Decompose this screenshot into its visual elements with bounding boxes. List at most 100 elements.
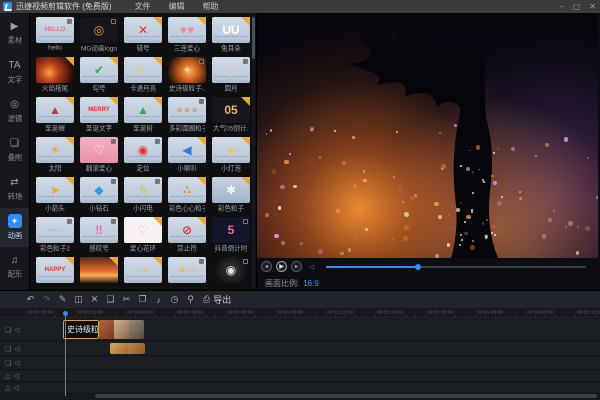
effect-item[interactable]: ♡翻滚爱心 xyxy=(77,136,121,176)
effect-item[interactable]: HAPPY xyxy=(33,256,77,290)
vip-badge-icon xyxy=(153,97,162,106)
effect-item[interactable]: ▲圣诞树 xyxy=(121,96,165,136)
effect-item[interactable]: ✱彩色粒子 xyxy=(209,176,253,216)
video-preview[interactable] xyxy=(257,13,598,258)
seek-bar[interactable] xyxy=(326,266,586,268)
effect-item[interactable]: HELLOhello xyxy=(33,16,77,56)
audio-track-2[interactable]: △◁ xyxy=(0,383,600,394)
playhead-handle[interactable] xyxy=(63,311,68,316)
effect-item[interactable]: ◎MG动画logo xyxy=(77,16,121,56)
aspect-ratio-value[interactable]: 16:9 xyxy=(303,279,319,288)
delete-icon[interactable]: ✕ xyxy=(88,293,101,306)
record-icon[interactable]: ⚲ xyxy=(184,293,197,306)
ruler-tick xyxy=(275,315,276,317)
ruler-timecode: 00:00:00:00 xyxy=(27,309,53,315)
effect-item[interactable]: ♥♥三连爱心 xyxy=(165,16,209,56)
effect-item[interactable]: ♡爱心花环 xyxy=(121,216,165,256)
ruler-tick xyxy=(375,315,376,317)
audio-track-1-speaker-icon[interactable]: ◁ xyxy=(13,372,18,380)
preview-volume-icon[interactable]: ◁ xyxy=(307,262,316,271)
sidebar-item-素材[interactable]: ▶素材 xyxy=(0,13,29,52)
pip-track-2-speaker-icon[interactable]: ◁ xyxy=(14,359,19,367)
duration-icon[interactable]: ◷ xyxy=(168,293,181,306)
effect-item[interactable]: ◉ xyxy=(209,256,253,290)
effect-item[interactable]: 05大气05倒计... xyxy=(209,96,253,136)
prev-frame-button[interactable]: ◂ xyxy=(261,261,272,272)
preview-icon[interactable]: ◫ xyxy=(72,293,85,306)
effect-item[interactable]: ➤小箭头 xyxy=(33,176,77,216)
sidebar-item-叠附[interactable]: ❏叠附 xyxy=(0,130,29,169)
pip-clip[interactable] xyxy=(110,343,145,354)
audio-track-2-speaker-icon[interactable]: ◁ xyxy=(13,384,18,392)
effect-item[interactable]: ⊘禁止符 xyxy=(165,216,209,256)
timeline-ruler[interactable]: 00:00:00:0000:00:12:0000:00:24:0000:00:3… xyxy=(0,308,600,318)
effect-glyph: ✔ xyxy=(94,64,104,76)
effect-item[interactable]: 5抖音倒计时 xyxy=(209,216,253,256)
crop-icon[interactable]: ❏ xyxy=(104,293,117,306)
effect-item[interactable]: ϟ小闪电 xyxy=(121,176,165,216)
effect-item[interactable]: ◯圆月 xyxy=(209,56,253,96)
edit-icon[interactable]: ✎ xyxy=(56,293,69,306)
video-track-speaker-icon[interactable]: ◁ xyxy=(14,326,19,334)
effect-item[interactable]: ∘∘∘多彩圆圈粒子 xyxy=(165,96,209,136)
pip-track-1-speaker-icon[interactable]: ◁ xyxy=(14,345,19,353)
volume-icon[interactable]: ♪ xyxy=(152,293,165,306)
pip-track-2[interactable]: ❏◁ xyxy=(0,357,600,370)
animation-icon: ✦ xyxy=(8,214,22,228)
undo-icon[interactable]: ↶ xyxy=(24,293,37,306)
split-icon[interactable]: ✂ xyxy=(120,293,133,306)
video-track[interactable]: ❏◁史诗级粒子...P xyxy=(0,319,600,341)
menu-item-2[interactable]: 编辑 xyxy=(169,1,185,12)
effect-item[interactable]: ✕错号 xyxy=(121,16,165,56)
seek-knob[interactable] xyxy=(415,264,421,270)
play-button[interactable]: ▶ xyxy=(276,261,287,272)
effect-item[interactable]: ✔勾号 xyxy=(77,56,121,96)
sidebar-item-label: 配乐 xyxy=(7,269,21,279)
transition-icon: ⇄ xyxy=(8,176,21,189)
ruler-timecode: 00:00:12:00 xyxy=(77,309,103,315)
maximize-icon[interactable]: ▢ xyxy=(573,2,581,11)
download-badge-icon xyxy=(243,259,248,264)
sidebar-item-滤镜[interactable]: ◎滤镜 xyxy=(0,91,29,130)
effect-item[interactable]: ◉定位 xyxy=(121,136,165,176)
effect-item[interactable]: ✦✧ xyxy=(165,256,209,290)
sidebar-item-文字[interactable]: TA文字 xyxy=(0,52,29,91)
audio-track-1[interactable]: △◁ xyxy=(0,371,600,382)
ruler-timecode: 00:01:36:00 xyxy=(427,309,453,315)
sidebar-item-配乐[interactable]: ♫配乐 xyxy=(0,247,29,286)
effect-item[interactable]: ∙·∙彩色粒子2 xyxy=(33,216,77,256)
effect-item[interactable]: ✦史诗级粒子... xyxy=(165,56,209,96)
effect-item[interactable]: ☀太阳 xyxy=(33,136,77,176)
sidebar-item-动画[interactable]: ✦动画 xyxy=(0,208,29,247)
effect-clip[interactable]: 史诗级粒子...P xyxy=(63,320,99,339)
export-button[interactable]: ⎙导出 xyxy=(203,293,231,306)
sidebar-item-转场[interactable]: ⇄转场 xyxy=(0,169,29,208)
effect-item[interactable]: ‼感叹号 xyxy=(77,216,121,256)
effect-item[interactable] xyxy=(77,256,121,290)
effect-item[interactable]: ☾卡通月亮 xyxy=(121,56,165,96)
effect-item[interactable]: ◀小喇叭 xyxy=(165,136,209,176)
effect-item[interactable]: ▲圣诞帽 xyxy=(33,96,77,136)
effect-item[interactable]: MERRY圣诞文字 xyxy=(77,96,121,136)
menu-item-1[interactable]: 文件 xyxy=(135,1,151,12)
effect-item[interactable]: ●小灯泡 xyxy=(209,136,253,176)
minimize-icon[interactable]: – xyxy=(559,2,563,11)
video-clip[interactable] xyxy=(99,320,144,339)
effect-item[interactable]: ∙∘ xyxy=(121,256,165,290)
pip-track-1[interactable]: ❏◁ xyxy=(0,342,600,356)
effect-label: 火焰拖尾 xyxy=(37,84,73,93)
copy-icon[interactable]: ❐ xyxy=(136,293,149,306)
menu-item-3[interactable]: 帮助 xyxy=(203,1,219,12)
playhead[interactable] xyxy=(65,312,66,396)
sidebar-item-label: 滤镜 xyxy=(7,113,21,123)
close-icon[interactable]: ✕ xyxy=(589,2,596,11)
next-frame-button[interactable]: ▸ xyxy=(291,261,302,272)
effect-item[interactable]: UU兔耳朵 xyxy=(209,16,253,56)
effect-item[interactable]: ◆小钻石 xyxy=(77,176,121,216)
effect-item[interactable]: 火焰拖尾 xyxy=(33,56,77,96)
effect-item[interactable]: ∴彩色心心粒子 xyxy=(165,176,209,216)
effects-scrollbar[interactable] xyxy=(252,15,255,288)
timeline-scrollbar[interactable] xyxy=(95,394,597,398)
ruler-tick xyxy=(565,315,566,317)
edit-toolbar: ↶↷✎◫✕❏✂❐♪◷⚲⎙导出 xyxy=(0,290,600,308)
